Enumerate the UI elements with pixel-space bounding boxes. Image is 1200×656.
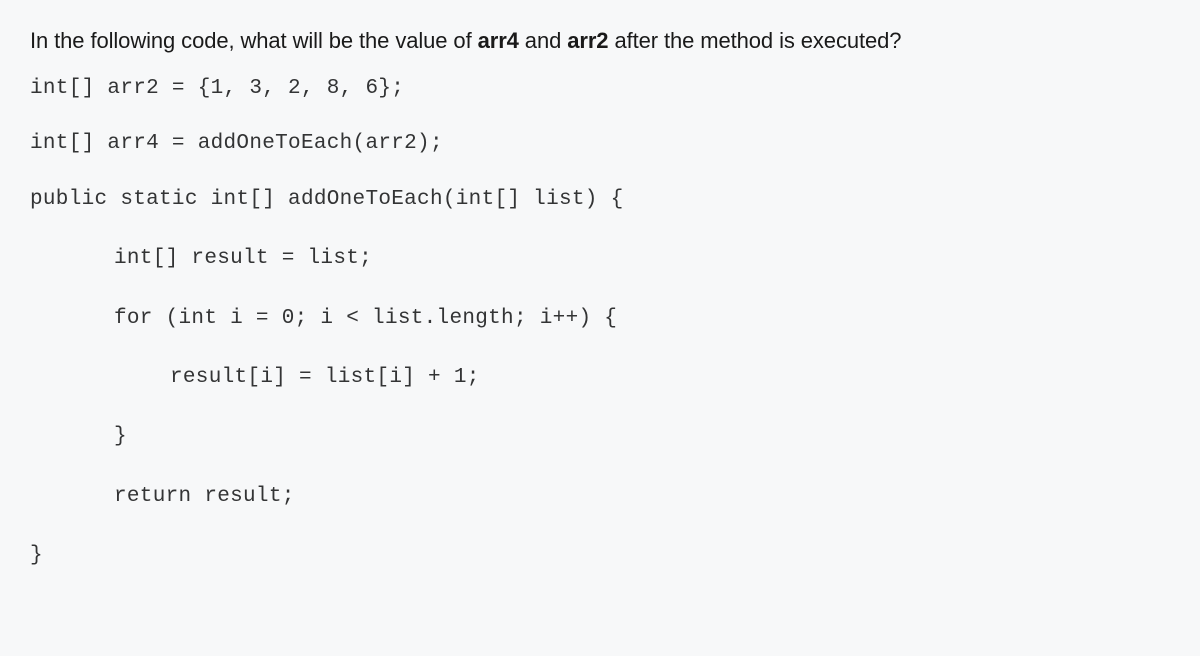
code-line-4: int[] result = list; — [30, 244, 1170, 273]
code-line-9: } — [30, 541, 1170, 570]
question-prefix: In the following code, what will be the … — [30, 28, 478, 53]
code-block: int[] arr2 = {1, 3, 2, 8, 6}; int[] arr4… — [30, 74, 1170, 571]
code-line-3: public static int[] addOneToEach(int[] l… — [30, 185, 1170, 214]
question-suffix: after the method is executed? — [608, 28, 901, 53]
question-bold-arr4: arr4 — [478, 28, 519, 53]
code-line-7: } — [30, 422, 1170, 451]
question-mid: and — [519, 28, 567, 53]
question-bold-arr2: arr2 — [567, 28, 608, 53]
code-line-1: int[] arr2 = {1, 3, 2, 8, 6}; — [30, 74, 1170, 103]
code-line-2: int[] arr4 = addOneToEach(arr2); — [30, 129, 1170, 158]
code-line-5: for (int i = 0; i < list.length; i++) { — [30, 304, 1170, 333]
question-text: In the following code, what will be the … — [30, 28, 1170, 54]
code-line-8: return result; — [30, 482, 1170, 511]
code-line-6: result[i] = list[i] + 1; — [30, 363, 1170, 392]
